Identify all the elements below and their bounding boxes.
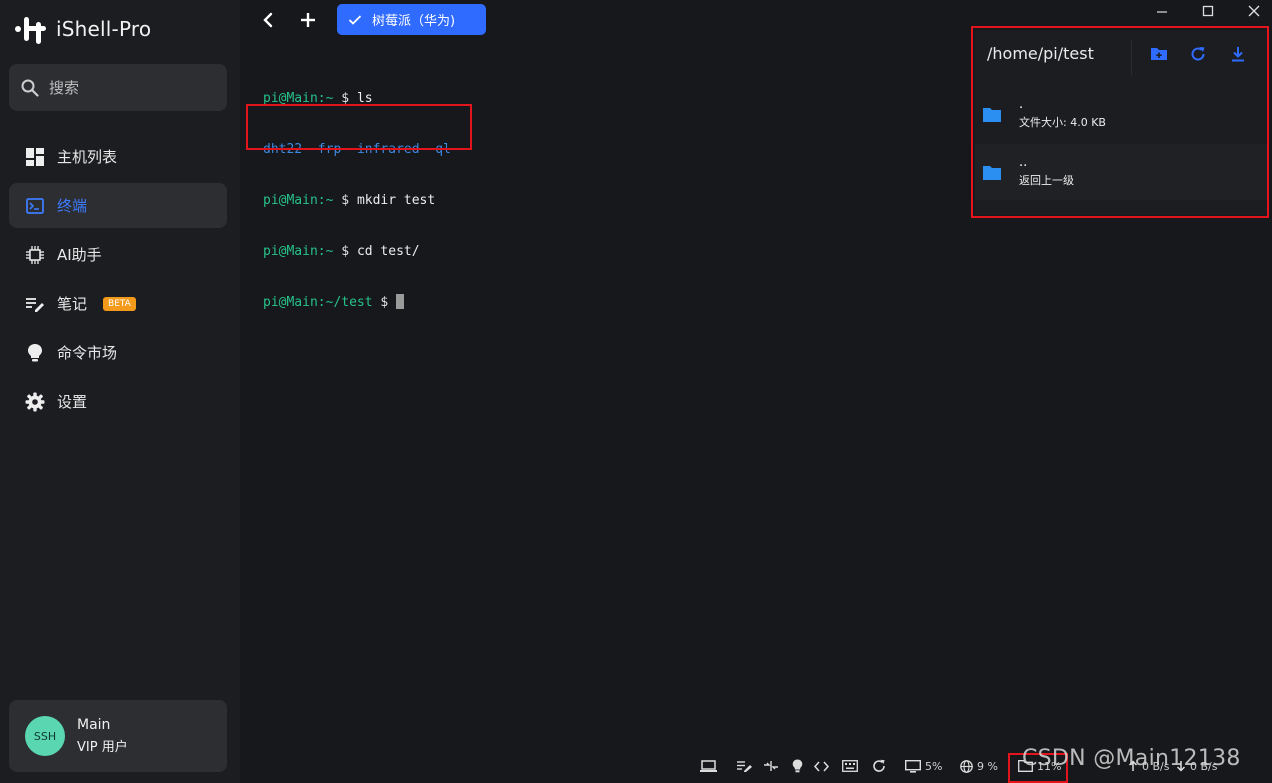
cpu-usage: 5% (925, 759, 943, 773)
ishell-window: iShell-Pro 主机列表 终端 (0, 0, 1272, 783)
ishell-logo-icon (15, 17, 46, 44)
sidebar-item-label: 终端 (57, 197, 88, 215)
user-card[interactable]: SSH Main VIP 用户 (9, 700, 227, 772)
terminal-dollar: $ (372, 295, 397, 310)
back-button[interactable] (258, 10, 278, 30)
lightbulb-icon (25, 343, 45, 363)
new-tab-button[interactable] (298, 10, 318, 30)
globe-icon (960, 759, 973, 773)
sidebar-item-label: 主机列表 (57, 148, 118, 166)
sidebar-item-settings[interactable]: 设置 (9, 379, 227, 424)
beta-badge: BETA (103, 296, 136, 311)
sidebar-item-terminal[interactable]: 终端 (9, 183, 227, 228)
user-name: Main (77, 717, 111, 733)
session-tab[interactable]: 树莓派（华为) (337, 4, 486, 35)
terminal-prompt: pi@Main (263, 244, 318, 259)
terminal-line: pi@Main:~/test $ (263, 294, 451, 311)
terminal-path: :~/test (317, 295, 373, 310)
dashboard-icon (25, 147, 45, 167)
cpu-indicator: 5% (905, 752, 942, 780)
code-button[interactable] (814, 752, 829, 780)
sidebar-item-label: 笔记 (57, 295, 88, 313)
sidebar-item-host-list[interactable]: 主机列表 (9, 134, 227, 179)
user-level: VIP 用户 (77, 740, 128, 755)
watermark-text: CSDN @Main12138 (1022, 746, 1241, 771)
sidebar-item-command-market[interactable]: 命令市场 (9, 330, 227, 375)
reconnect-button[interactable] (872, 752, 886, 780)
terminal-line: pi@Main:~ $ mkdir test (263, 192, 451, 209)
monitor-icon (905, 759, 921, 773)
laptop-button[interactable] (700, 752, 717, 780)
refresh-icon (873, 759, 885, 772)
terminal-path: :~ (317, 244, 334, 259)
network-usage: 9 % (977, 759, 998, 773)
transfer-button[interactable] (763, 752, 779, 780)
keyboard-icon (842, 760, 858, 772)
terminal-prompt: pi@Main (263, 295, 318, 310)
sidebar-nav: 主机列表 终端 AI助手 笔记 BETA 命令市场 设置 (9, 134, 227, 428)
minimize-icon (1157, 11, 1167, 13)
terminal-path: :~ (317, 193, 334, 208)
terminal-prompt: pi@Main (263, 193, 318, 208)
session-tab-label: 树莓派（华为) (372, 14, 456, 29)
code-icon (814, 761, 829, 771)
search-icon (21, 79, 39, 97)
app-name: iShell-Pro (56, 17, 152, 41)
terminal-output[interactable]: pi@Main:~ $ ls dht22 frp infrared ql pi@… (263, 56, 451, 345)
plus-icon (301, 13, 315, 27)
network-indicator: 9 % (960, 752, 998, 780)
transfer-arrows-icon (764, 761, 778, 771)
laptop-icon (700, 759, 717, 772)
terminal-cursor (396, 294, 405, 309)
terminal-icon (25, 196, 45, 216)
sidebar-item-notes[interactable]: 笔记 BETA (9, 281, 227, 326)
sidebar: iShell-Pro 主机列表 终端 (0, 0, 240, 783)
search-box[interactable] (9, 64, 227, 111)
terminal-command: mkdir test (356, 193, 436, 208)
check-icon (348, 14, 362, 25)
highlight-box (246, 104, 472, 150)
note-edit-icon (25, 294, 45, 314)
terminal-command: cd test/ (356, 244, 420, 259)
close-icon (1248, 5, 1260, 17)
note-edit-icon (737, 761, 752, 772)
terminal-line: pi@Main:~ $ cd test/ (263, 243, 451, 260)
gear-icon (25, 392, 45, 412)
terminal-dollar: $ (333, 244, 357, 259)
lightbulb-icon (792, 759, 803, 773)
close-button[interactable] (1243, 2, 1265, 20)
ai-chip-icon (25, 245, 45, 265)
commands-button[interactable] (792, 752, 803, 780)
chevron-left-icon (263, 12, 273, 28)
sidebar-item-label: AI助手 (57, 246, 102, 264)
terminal-dollar: $ (333, 193, 357, 208)
keyboard-button[interactable] (842, 752, 858, 780)
maximize-icon (1202, 5, 1214, 17)
avatar: SSH (25, 716, 65, 756)
minimize-button[interactable] (1151, 2, 1173, 20)
sidebar-item-label: 设置 (57, 393, 88, 411)
highlight-box (971, 26, 1269, 218)
app-logo: iShell-Pro (14, 14, 151, 44)
search-input[interactable] (49, 78, 209, 97)
maximize-button[interactable] (1197, 2, 1219, 20)
sidebar-item-label: 命令市场 (57, 344, 118, 362)
notes-button[interactable] (737, 752, 752, 780)
sidebar-item-ai-assistant[interactable]: AI助手 (9, 232, 227, 277)
